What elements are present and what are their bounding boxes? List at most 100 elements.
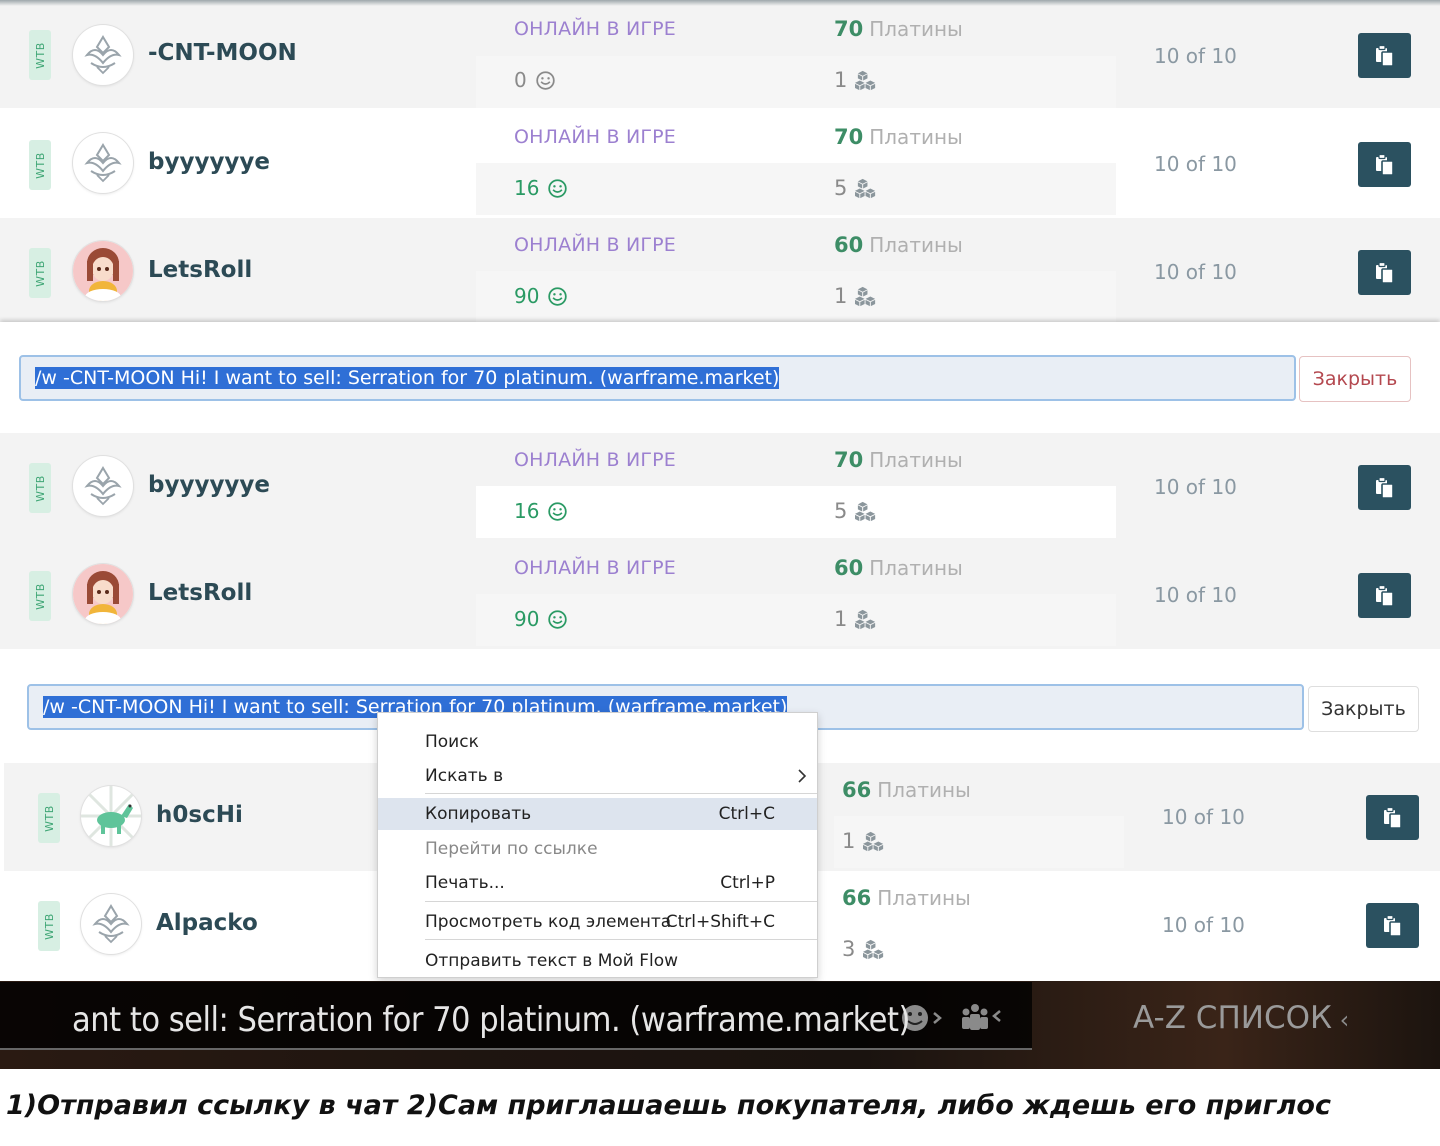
copy-button[interactable] <box>1366 903 1419 948</box>
mod-rank: 10 of 10 <box>1154 583 1237 607</box>
price: 66 Платины <box>842 778 971 802</box>
az-list-label[interactable]: A-Z СПИСОК ‹ <box>1133 1000 1349 1036</box>
reputation: 90 <box>514 607 568 631</box>
copy-button[interactable] <box>1358 142 1411 187</box>
cubes-icon <box>855 177 878 200</box>
copy-icon <box>1373 44 1397 68</box>
row-stripe <box>476 486 1116 538</box>
row-stripe <box>476 163 1116 215</box>
price: 70 Платины <box>834 17 963 41</box>
quantity: 5 <box>834 499 878 523</box>
username[interactable]: Alpacko <box>156 910 258 936</box>
reputation: 16 <box>514 176 568 200</box>
cubes-icon <box>863 830 886 853</box>
mod-rank: 10 of 10 <box>1162 805 1245 829</box>
wtb-tag: WTB <box>29 248 51 298</box>
cubes-icon <box>855 69 878 92</box>
reputation: 16 <box>514 499 568 523</box>
menu-item-search[interactable]: Поиск <box>378 726 817 758</box>
quantity: 3 <box>842 937 886 961</box>
quantity: 1 <box>834 284 878 308</box>
menu-item-search-in[interactable]: Искать в <box>378 760 817 792</box>
order-row: WTB -CNT-MOON ОНЛАЙН В ИГРЕ 0 70 Платины … <box>0 0 1440 108</box>
price: 70 Платины <box>834 125 963 149</box>
username[interactable]: LetsRoll <box>148 580 252 606</box>
menu-item-send-to-flow[interactable]: Отправить текст в Мой Flow <box>378 945 817 977</box>
mod-rank: 10 of 10 <box>1162 913 1245 937</box>
smile-icon <box>547 609 568 630</box>
user-avatar[interactable] <box>81 786 141 846</box>
close-button[interactable]: Закрыть <box>1308 686 1419 732</box>
chevron-right-icon <box>798 769 807 783</box>
status-online: ОНЛАЙН В ИГРЕ <box>514 18 677 40</box>
copy-button[interactable] <box>1366 795 1419 840</box>
copy-button[interactable] <box>1358 573 1411 618</box>
copy-button[interactable] <box>1358 33 1411 78</box>
user-avatar[interactable] <box>73 241 133 301</box>
username[interactable]: byyyyyye <box>148 472 270 498</box>
row-stripe <box>476 271 1116 323</box>
chat-message-input[interactable]: /w -CNT-MOON Hi! I want to sell: Serrati… <box>19 355 1296 401</box>
context-menu: Поиск Искать в Копировать Ctrl+C Перейти … <box>377 712 818 978</box>
copy-icon <box>1373 584 1397 608</box>
cubes-icon <box>855 608 878 631</box>
menu-separator <box>425 793 817 794</box>
menu-item-go-to-link: Перейти по ссылке <box>425 839 598 859</box>
row-stripe <box>476 594 1116 646</box>
cubes-icon <box>855 285 878 308</box>
price: 70 Платины <box>834 448 963 472</box>
username[interactable]: -CNT-MOON <box>148 40 297 66</box>
reputation: 0 <box>514 68 556 92</box>
close-button[interactable]: Закрыть <box>1299 356 1411 402</box>
chat-message-panel: /w -CNT-MOON Hi! I want to sell: Serrati… <box>0 322 1440 434</box>
copy-icon <box>1373 261 1397 285</box>
username[interactable]: byyyyyye <box>148 149 270 175</box>
price: 60 Платины <box>834 233 963 257</box>
copy-button[interactable] <box>1358 250 1411 295</box>
order-row: WTB byyyyyye ОНЛАЙН В ИГРЕ 16 70 Платины … <box>0 433 1440 541</box>
quantity: 1 <box>842 829 886 853</box>
wtb-tag: WTB <box>29 571 51 621</box>
menu-item-inspect[interactable]: Просмотреть код элемента Ctrl+Shift+C <box>378 906 817 938</box>
caption: 1)Отправил ссылку в чат 2)Сам приглашаеш… <box>6 1090 1331 1121</box>
mod-rank: 10 of 10 <box>1154 44 1237 68</box>
copy-icon <box>1381 914 1405 938</box>
quantity: 1 <box>834 68 878 92</box>
quantity: 1 <box>834 607 878 631</box>
group-icon[interactable] <box>958 999 1012 1035</box>
copy-icon <box>1373 476 1397 500</box>
status-online: ОНЛАЙН В ИГРЕ <box>514 126 677 148</box>
chevron-left-icon: ‹ <box>1332 1006 1350 1034</box>
user-avatar[interactable] <box>73 133 133 193</box>
copy-icon <box>1373 153 1397 177</box>
user-avatar[interactable] <box>73 564 133 624</box>
copy-icon <box>1381 806 1405 830</box>
menu-separator <box>425 901 817 902</box>
user-avatar[interactable] <box>73 25 133 85</box>
wtb-tag: WTB <box>29 463 51 513</box>
wtb-tag: WTB <box>29 140 51 190</box>
wtb-tag: WTB <box>38 793 60 843</box>
cubes-icon <box>855 500 878 523</box>
username[interactable]: h0scHi <box>156 802 243 828</box>
game-chat-text: ant to sell: Serration for 70 platinum. … <box>72 1000 910 1040</box>
order-row: WTB LetsRoll ОНЛАЙН В ИГРЕ 90 60 Платины … <box>0 541 1440 649</box>
menu-item-print[interactable]: Печать... Ctrl+P <box>378 867 817 899</box>
menu-item-copy[interactable]: Копировать Ctrl+C <box>378 798 817 830</box>
mod-rank: 10 of 10 <box>1154 260 1237 284</box>
status-online: ОНЛАЙН В ИГРЕ <box>514 557 677 579</box>
cubes-icon <box>863 938 886 961</box>
menu-separator <box>425 939 817 940</box>
order-row: WTB LetsRoll ОНЛАЙН В ИГРЕ 90 60 Платины … <box>0 218 1440 326</box>
price: 66 Платины <box>842 886 971 910</box>
user-avatar[interactable] <box>73 456 133 516</box>
username[interactable]: LetsRoll <box>148 257 252 283</box>
user-avatar[interactable] <box>81 894 141 954</box>
order-row: WTB byyyyyye ОНЛАЙН В ИГРЕ 16 70 Платины … <box>0 110 1440 218</box>
status-online: ОНЛАЙН В ИГРЕ <box>514 234 677 256</box>
copy-button[interactable] <box>1358 465 1411 510</box>
reputation: 90 <box>514 284 568 308</box>
mod-rank: 10 of 10 <box>1154 152 1237 176</box>
smile-icon <box>547 286 568 307</box>
smile-icon <box>535 70 556 91</box>
